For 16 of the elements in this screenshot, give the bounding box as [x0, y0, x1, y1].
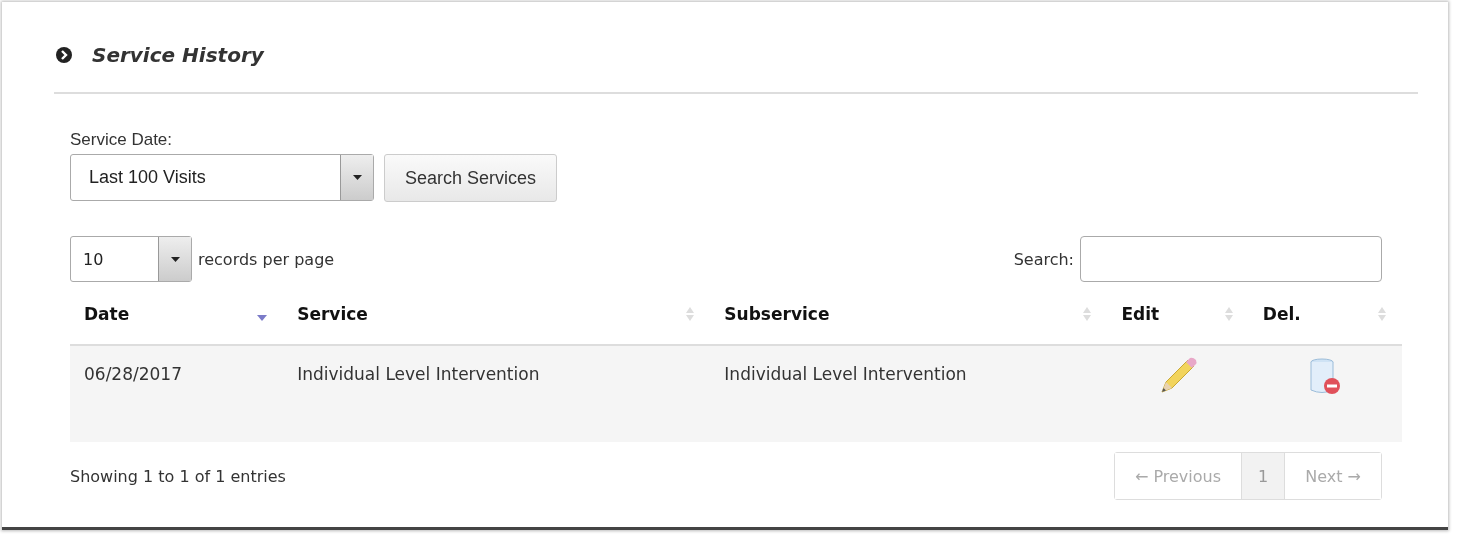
service-date-label: Service Date:: [70, 130, 174, 150]
records-per-page-label: records per page: [198, 249, 335, 269]
page-length-dropdown[interactable]: 10: [70, 236, 192, 282]
entries-info: Showing 1 to 1 of 1 entries: [70, 466, 286, 486]
panel-title: Service History: [92, 43, 264, 67]
caret-icon: [352, 175, 362, 180]
search-field[interactable]: [1080, 236, 1382, 282]
chevron-circle-icon[interactable]: [56, 47, 72, 63]
table-cell: Individual Level Intervention: [724, 364, 967, 384]
table-cell: Individual Level Intervention: [297, 364, 540, 384]
table-cell: 06/28/2017: [84, 364, 182, 384]
search-services-button[interactable]: Search Services: [384, 154, 558, 202]
service-date-dropdown[interactable]: Last 100 Visits: [70, 154, 374, 201]
search-label: Search:: [1013, 249, 1074, 269]
pencil-icon[interactable]: [1158, 356, 1199, 396]
caret-icon: [170, 256, 180, 262]
